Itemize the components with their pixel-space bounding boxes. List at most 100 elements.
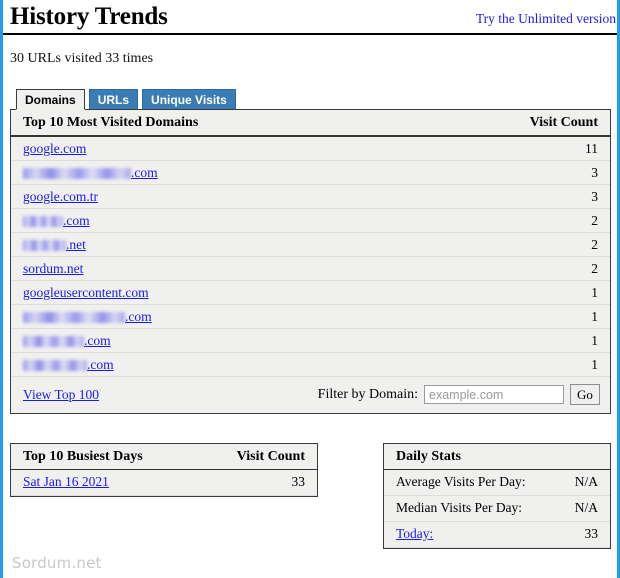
view-top-100-link[interactable]: View Top 100 (23, 387, 99, 403)
tab-domains[interactable]: Domains (16, 89, 85, 110)
table-row: Today: 33 (384, 521, 610, 548)
visit-count-cell: 2 (508, 208, 610, 233)
tab-unique-visits[interactable]: Unique Visits (142, 89, 236, 109)
try-unlimited-version-link[interactable]: Try the Unlimited version (476, 11, 617, 27)
visit-count-cell: 1 (508, 328, 610, 353)
table-row: .com 3 (11, 160, 610, 185)
domain-filter-group: Filter by Domain: Go (318, 384, 600, 405)
table-header-row: Daily Stats (384, 444, 610, 470)
busiest-days-panel: Top 10 Busiest Days Visit Count Sat Jan … (10, 443, 318, 497)
visit-count-cell: 1 (508, 304, 610, 329)
busiest-days-table: Top 10 Busiest Days Visit Count Sat Jan … (11, 444, 317, 496)
daily-stats-table-body: Average Visits Per Day: N/A Median Visits … (384, 469, 610, 548)
domain-cell: googleusercontent.com (11, 280, 508, 305)
daily-stat-label: Median Visits Per Day: (396, 500, 523, 515)
daily-stats-title: Daily Stats (384, 444, 610, 470)
daily-stat-value-cell: N/A (564, 469, 610, 496)
daily-stats-table: Daily Stats Average Visits Per Day: N/A Me… (384, 444, 610, 548)
busiest-day-cell: Sat Jan 16 2021 (11, 469, 202, 496)
table-header-row: Top 10 Most Visited Domains Visit Count (11, 110, 610, 137)
visit-count-cell: 3 (508, 184, 610, 209)
domains-table-body: google.com 11 .com 3 google.com.tr 3 .com 2 .net… (11, 136, 610, 377)
domain-suffix: .com (125, 309, 152, 324)
today-link[interactable]: Today: (396, 526, 433, 541)
daily-stats-table-head: Daily Stats (384, 444, 610, 470)
domain-suffix: .com (131, 165, 158, 180)
table-row: .com 1 (11, 304, 610, 329)
redacted-domain-text (23, 216, 63, 227)
domains-panel: Top 10 Most Visited Domains Visit Count … (10, 109, 611, 414)
daily-stat-value-cell: N/A (564, 495, 610, 522)
domains-table: Top 10 Most Visited Domains Visit Count … (11, 110, 610, 377)
redacted-domain-text (23, 336, 84, 347)
table-row: .com 2 (11, 208, 610, 233)
domains-table-head: Top 10 Most Visited Domains Visit Count (11, 110, 610, 137)
daily-stat-label-cell: Median Visits Per Day: (384, 495, 565, 522)
daily-stat-value-cell: 33 (564, 521, 610, 548)
domain-link[interactable]: .net (23, 237, 86, 252)
table-row: .net 2 (11, 232, 610, 257)
domain-cell: .com (11, 304, 508, 329)
tab-urls[interactable]: URLs (88, 89, 139, 109)
domain-link[interactable]: sordum.net (23, 261, 83, 276)
tab-bar: Domains URLs Unique Visits (3, 67, 617, 110)
domain-suffix: .net (66, 237, 86, 252)
redacted-domain-text (23, 240, 66, 251)
visit-count-cell: 3 (508, 160, 610, 185)
visit-count-cell: 2 (508, 256, 610, 281)
go-button[interactable]: Go (570, 384, 600, 405)
table-row: .com 1 (11, 328, 610, 353)
domain-cell: .com (11, 352, 508, 377)
redacted-domain-text (23, 168, 131, 179)
domain-cell: google.com.tr (11, 184, 508, 209)
daily-stat-label: Average Visits Per Day: (396, 474, 526, 489)
visit-count-cell: 1 (508, 352, 610, 377)
domain-link[interactable]: google.com (23, 141, 86, 156)
sordum-watermark: Sordum.net (12, 554, 102, 572)
domains-panel-footer: View Top 100 Filter by Domain: Go (11, 377, 610, 413)
domain-cell: .net (11, 232, 508, 257)
domain-cell: google.com (11, 136, 508, 161)
domain-cell: sordum.net (11, 256, 508, 281)
domain-suffix: .com (87, 357, 114, 372)
domain-cell: .com (11, 328, 508, 353)
domain-filter-input[interactable] (424, 385, 564, 404)
domain-link[interactable]: google.com.tr (23, 189, 98, 204)
busiest-day-count-cell: 33 (201, 469, 317, 496)
table-row: .com 1 (11, 352, 610, 377)
table-row: googleusercontent.com 1 (11, 280, 610, 305)
redacted-domain-text (23, 360, 87, 371)
table-row: Median Visits Per Day: N/A (384, 495, 610, 522)
column-header-busiest-days: Top 10 Busiest Days (11, 444, 202, 470)
redacted-domain-text (23, 312, 125, 323)
busiest-day-link[interactable]: Sat Jan 16 2021 (23, 474, 109, 489)
header-row: History Trends Try the Unlimited version (3, 0, 617, 33)
table-row: google.com.tr 3 (11, 184, 610, 209)
bottom-panels-row: Top 10 Busiest Days Visit Count Sat Jan … (3, 443, 617, 549)
domain-link[interactable]: .com (23, 309, 152, 324)
domain-link[interactable]: .com (23, 165, 158, 180)
column-header-busiest-visit-count: Visit Count (201, 444, 317, 470)
table-row: Average Visits Per Day: N/A (384, 469, 610, 496)
domain-suffix: .com (63, 213, 90, 228)
filter-by-domain-label: Filter by Domain: (317, 386, 418, 402)
domain-link[interactable]: googleusercontent.com (23, 285, 149, 300)
table-header-row: Top 10 Busiest Days Visit Count (11, 444, 317, 470)
visit-count-cell: 2 (508, 232, 610, 257)
busiest-days-table-body: Sat Jan 16 2021 33 (11, 469, 317, 496)
domain-suffix: .com (84, 333, 111, 348)
visit-count-cell: 11 (508, 136, 610, 161)
busiest-days-table-head: Top 10 Busiest Days Visit Count (11, 444, 317, 470)
daily-stats-panel: Daily Stats Average Visits Per Day: N/A Me… (383, 443, 611, 549)
column-header-domain: Top 10 Most Visited Domains (11, 110, 508, 137)
domain-link[interactable]: .com (23, 333, 111, 348)
domain-cell: .com (11, 160, 508, 185)
visit-count-cell: 1 (508, 280, 610, 305)
domain-link[interactable]: .com (23, 357, 114, 372)
domain-link[interactable]: .com (23, 213, 90, 228)
table-row: google.com 11 (11, 136, 610, 161)
visit-summary-text: 30 URLs visited 33 times (10, 51, 154, 66)
page-title: History Trends (10, 3, 168, 30)
daily-stat-label-cell: Today: (384, 521, 565, 548)
daily-stat-label-cell: Average Visits Per Day: (384, 469, 565, 496)
